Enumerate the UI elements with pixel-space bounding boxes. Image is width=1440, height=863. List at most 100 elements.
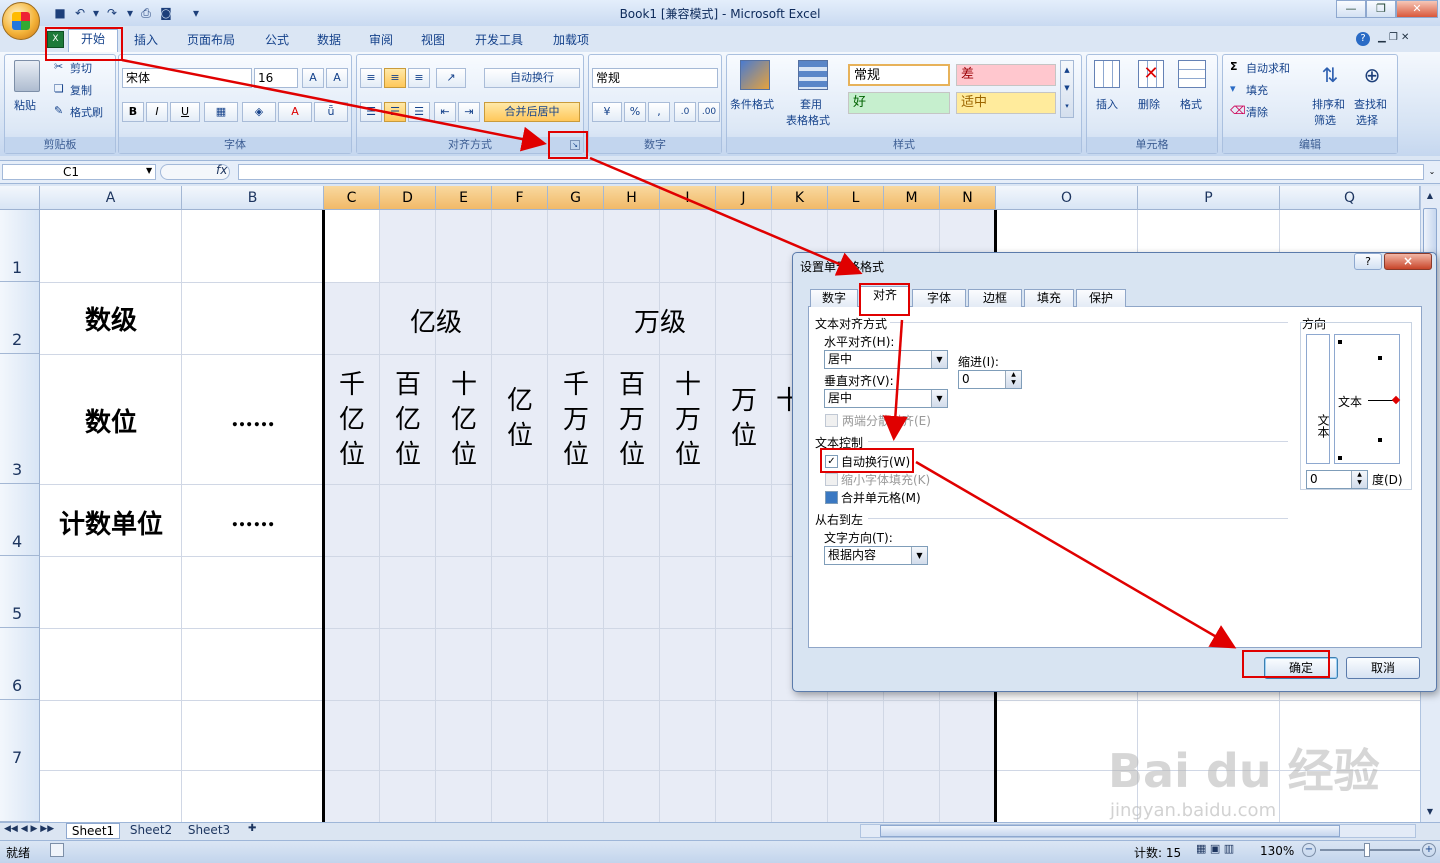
- column-header[interactable]: P: [1138, 186, 1280, 210]
- column-header[interactable]: F: [492, 186, 548, 210]
- row-header[interactable]: 5: [0, 556, 40, 628]
- align-right-icon[interactable]: ☰: [408, 102, 430, 122]
- styles-scroll-icon[interactable]: ▲ ▼ ▾: [1060, 60, 1074, 118]
- shrink-to-fit-checkbox[interactable]: [825, 473, 838, 486]
- orientation-icon[interactable]: ↗: [436, 68, 466, 88]
- format-button[interactable]: 格式: [1180, 96, 1202, 112]
- column-header[interactable]: O: [996, 186, 1138, 210]
- increase-decimal-icon[interactable]: .0: [674, 102, 696, 122]
- sort-filter-button-2[interactable]: 筛选: [1314, 112, 1336, 128]
- close-button[interactable]: ✕: [1396, 0, 1438, 18]
- tab-developer[interactable]: 开发工具: [468, 31, 530, 49]
- scroll-up-icon[interactable]: ▲: [1421, 188, 1439, 204]
- active-cell[interactable]: [324, 210, 380, 282]
- format-cells-icon[interactable]: [1178, 60, 1206, 88]
- align-left-icon[interactable]: ☰: [360, 102, 382, 122]
- merge-center-button[interactable]: 合并后居中: [484, 102, 580, 122]
- bold-button[interactable]: B: [122, 102, 144, 122]
- style-bad[interactable]: 差: [956, 64, 1056, 86]
- print-preview-icon[interactable]: ⎙: [138, 5, 154, 21]
- expand-formula-icon[interactable]: ⌄: [1426, 164, 1438, 180]
- cancel-button[interactable]: 取消: [1346, 657, 1420, 679]
- dialog-tab-protection[interactable]: 保护: [1076, 289, 1126, 307]
- conditional-format-button[interactable]: 条件格式: [730, 96, 774, 112]
- phonetic-icon[interactable]: ǖ: [314, 102, 348, 122]
- dialog-help-button[interactable]: ?: [1354, 253, 1382, 270]
- number-format-combo[interactable]: 常规: [592, 68, 718, 88]
- find-select-button-2[interactable]: 选择: [1356, 112, 1378, 128]
- paste-icon[interactable]: [14, 60, 40, 92]
- sheet-tab-1[interactable]: Sheet1: [66, 823, 120, 839]
- zoom-level[interactable]: 130%: [1260, 844, 1294, 858]
- italic-button[interactable]: I: [146, 102, 168, 122]
- formula-input[interactable]: [238, 164, 1424, 180]
- select-all-corner[interactable]: [0, 186, 40, 210]
- tab-view[interactable]: 视图: [412, 31, 454, 49]
- column-header[interactable]: G: [548, 186, 604, 210]
- insert-button[interactable]: 插入: [1096, 96, 1118, 112]
- vertical-align-dropdown-icon[interactable]: ▼: [931, 390, 947, 407]
- delete-cells-icon[interactable]: ✕: [1138, 60, 1164, 88]
- zoom-slider-thumb[interactable]: [1364, 843, 1370, 857]
- align-middle-icon[interactable]: ≡: [384, 68, 406, 88]
- delete-button[interactable]: 删除: [1138, 96, 1160, 112]
- name-box-dropdown-icon[interactable]: ▼: [146, 166, 152, 175]
- column-header[interactable]: M: [884, 186, 940, 210]
- wrap-text-button[interactable]: 自动换行: [484, 68, 580, 88]
- dialog-tab-number[interactable]: 数字: [810, 289, 858, 307]
- currency-icon[interactable]: ¥: [592, 102, 622, 122]
- text-direction-dropdown-icon[interactable]: ▼: [911, 547, 927, 564]
- text-direction-select[interactable]: 根据内容 ▼: [824, 546, 928, 565]
- format-table-button[interactable]: 套用: [800, 96, 822, 112]
- format-table-icon[interactable]: [798, 60, 828, 90]
- indent-spin-icon[interactable]: ▲ ▼: [1005, 371, 1021, 388]
- insert-cells-icon[interactable]: [1094, 60, 1120, 88]
- horizontal-align-dropdown-icon[interactable]: ▼: [931, 351, 947, 368]
- column-header[interactable]: D: [380, 186, 436, 210]
- degree-spinner[interactable]: 0 ▲ ▼: [1306, 470, 1368, 489]
- camera-icon[interactable]: ◙: [158, 5, 174, 21]
- format-painter-icon[interactable]: ✎: [54, 104, 63, 117]
- style-neutral[interactable]: 适中: [956, 92, 1056, 114]
- row-header[interactable]: 7: [0, 700, 40, 822]
- undo-dropdown-icon[interactable]: ▾: [88, 5, 104, 21]
- grow-font-icon[interactable]: A: [302, 68, 324, 88]
- sort-filter-button[interactable]: 排序和: [1312, 96, 1345, 112]
- dialog-tab-border[interactable]: 边框: [968, 289, 1022, 307]
- column-header[interactable]: Q: [1280, 186, 1420, 210]
- column-header[interactable]: N: [940, 186, 996, 210]
- column-header[interactable]: K: [772, 186, 828, 210]
- fill-icon[interactable]: ▾: [1230, 82, 1236, 95]
- column-header[interactable]: E: [436, 186, 492, 210]
- decrease-decimal-icon[interactable]: .00: [698, 102, 720, 122]
- column-header[interactable]: H: [604, 186, 660, 210]
- row-header[interactable]: 4: [0, 484, 40, 556]
- font-name-combo[interactable]: 宋体: [122, 68, 252, 88]
- clear-button[interactable]: 清除: [1246, 104, 1268, 120]
- column-header[interactable]: C: [324, 186, 380, 210]
- zoom-in-icon[interactable]: +: [1422, 843, 1436, 857]
- row-header[interactable]: 1: [0, 210, 40, 282]
- tab-addins[interactable]: 加载项: [545, 31, 597, 49]
- vertical-text-button[interactable]: 文本: [1306, 334, 1330, 464]
- minimize-button[interactable]: —: [1336, 0, 1366, 18]
- dialog-tab-fill[interactable]: 填充: [1024, 289, 1074, 307]
- format-painter-button[interactable]: 格式刷: [70, 104, 103, 120]
- font-color-icon[interactable]: A: [278, 102, 312, 122]
- redo-dropdown-icon[interactable]: ▾: [122, 5, 138, 21]
- align-bottom-icon[interactable]: ≡: [408, 68, 430, 88]
- scroll-down-icon[interactable]: ▼: [1421, 804, 1439, 820]
- percent-button[interactable]: %: [624, 102, 646, 122]
- dialog-tab-font[interactable]: 字体: [912, 289, 966, 307]
- format-table-button-2[interactable]: 表格格式: [786, 112, 830, 128]
- binoculars-icon[interactable]: ⊕: [1358, 60, 1386, 90]
- comma-button[interactable]: ,: [648, 102, 670, 122]
- office-button[interactable]: [2, 2, 40, 40]
- align-top-icon[interactable]: ≡: [360, 68, 382, 88]
- tab-review[interactable]: 审阅: [360, 31, 402, 49]
- increase-indent-icon[interactable]: ⇥: [458, 102, 480, 122]
- macro-record-icon[interactable]: [50, 843, 64, 857]
- insert-sheet-icon[interactable]: ✚: [248, 823, 264, 837]
- zoom-out-icon[interactable]: −: [1302, 843, 1316, 857]
- conditional-format-icon[interactable]: [740, 60, 770, 90]
